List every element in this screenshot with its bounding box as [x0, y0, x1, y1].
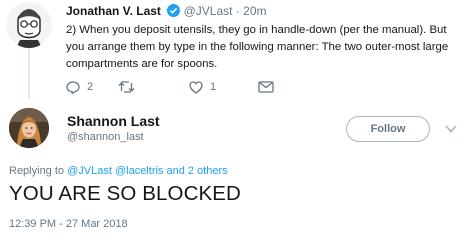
replying-prefix: Replying to	[9, 165, 65, 177]
thread-line	[28, 46, 30, 98]
parent-author-handle[interactable]: @JVLast	[184, 4, 233, 18]
main-author-handle[interactable]: @shannon_last	[67, 131, 144, 143]
profile-photo-icon	[9, 108, 49, 148]
tweet-timestamp[interactable]: 12:39 PM - 27 Mar 2018	[9, 218, 128, 230]
parent-tweet-text: 2) When you deposit utensils, they go in…	[66, 24, 449, 70]
replying-user-laceltris[interactable]: @laceltris	[115, 165, 163, 177]
separator-dot: ·	[235, 4, 240, 18]
parent-avatar[interactable]	[6, 2, 52, 48]
replying-user-jvlast[interactable]: @JVLast	[67, 165, 112, 177]
envelope-icon	[258, 81, 274, 93]
parent-tweet[interactable]: Jonathan V. Last @JVLast · 20m 2) When y…	[0, 0, 475, 98]
follow-button[interactable]: Follow	[346, 116, 430, 142]
reply-icon	[66, 80, 80, 94]
caricature-portrait-icon	[6, 2, 52, 48]
replying-others-link[interactable]: and 2 others	[166, 165, 227, 177]
chevron-down-icon[interactable]	[444, 124, 458, 134]
retweet-action[interactable]	[118, 80, 142, 94]
message-action[interactable]	[258, 80, 274, 94]
main-author-name[interactable]: Shannon Last	[67, 113, 160, 129]
parent-author-name[interactable]: Jonathan V. Last	[66, 4, 161, 18]
main-tweet-text: YOU ARE SO BLOCKED	[9, 182, 241, 205]
parent-action-bar: 2 1	[66, 80, 366, 94]
main-avatar[interactable]	[9, 108, 49, 148]
reply-action[interactable]: 2	[66, 80, 93, 94]
retweet-icon	[118, 81, 135, 93]
like-count: 1	[210, 81, 217, 93]
verified-badge-icon	[167, 4, 181, 17]
parent-header: Jonathan V. Last @JVLast · 20m	[66, 4, 267, 18]
like-action[interactable]: 1	[189, 80, 216, 94]
replying-to: Replying to @JVLast @laceltris and 2 oth…	[9, 165, 228, 177]
parent-time[interactable]: 20m	[243, 4, 266, 18]
reply-count: 2	[87, 81, 94, 93]
heart-icon	[189, 80, 203, 94]
